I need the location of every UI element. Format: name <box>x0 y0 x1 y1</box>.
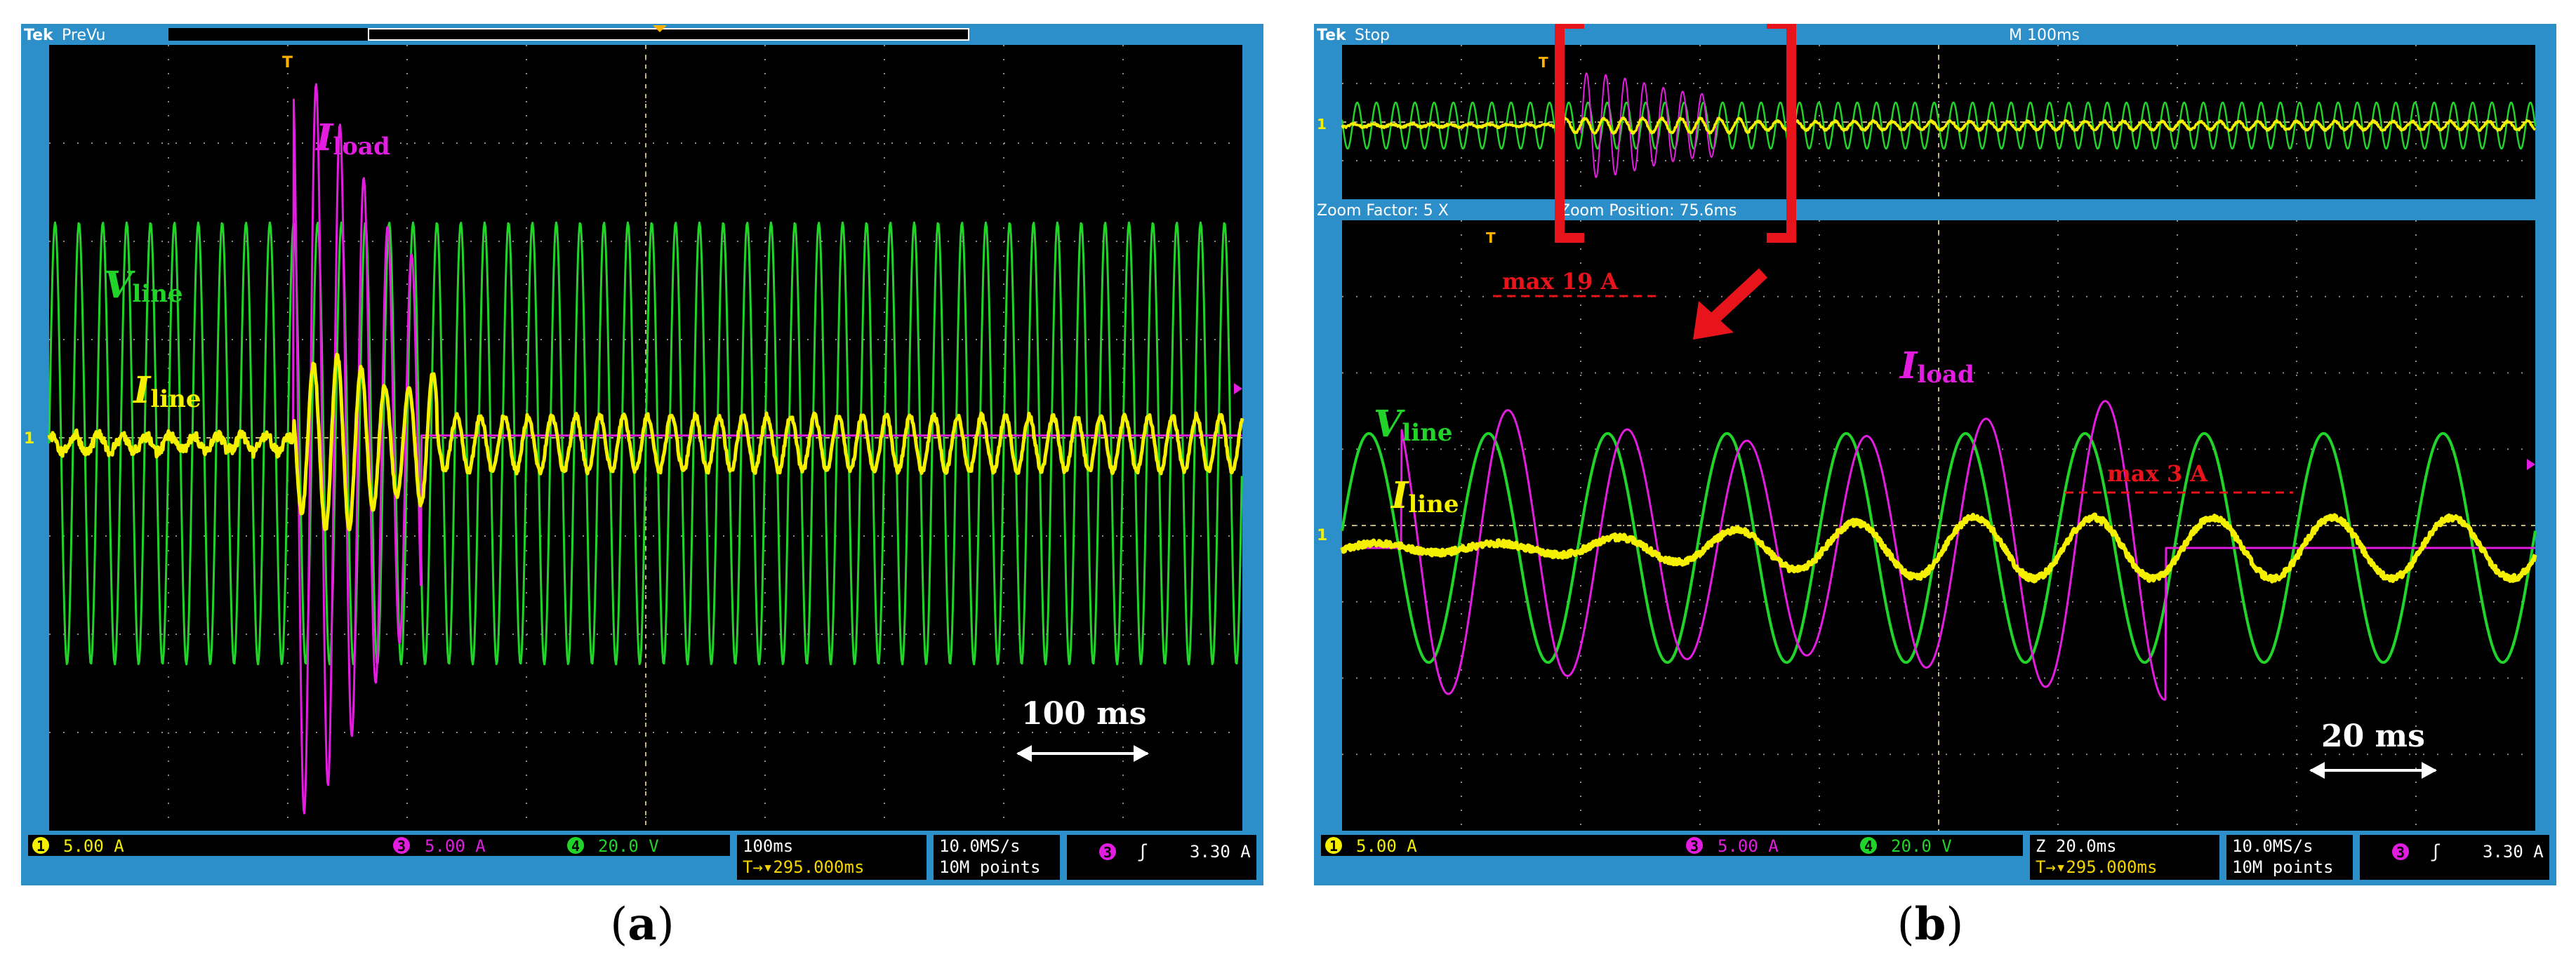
record-bar-a <box>168 28 969 41</box>
ch1-ground-marker-b: 1 <box>1317 527 1327 544</box>
scope-screen-a: Tek PreVu T 1 Iload Vline Iline 100 ms 1… <box>21 24 1263 885</box>
horizontal-position-a: T→▾295.000ms <box>743 857 864 877</box>
mode-label-a: PreVu <box>62 27 105 44</box>
trigger-level-b: 3.30 A <box>2483 842 2544 862</box>
trigger-marker-b: T <box>1486 229 1496 246</box>
scope-panel-b: Tek Stop M 100ms T 1 Zoom Factor: 5 X Zo… <box>1314 24 2556 885</box>
max-iline-annotation: max 3 A <box>2107 460 2208 487</box>
ch1-scale-b: 5.00 A <box>1356 836 1417 856</box>
zoom-factor-b: Zoom Factor: 5 X <box>1317 202 1449 220</box>
ch3-badge-a: 3 <box>397 838 406 855</box>
horizontal-scale-b: Z 20.0ms <box>2036 836 2117 856</box>
iload-label-b: I <box>1899 344 1918 387</box>
caption-a: (a) <box>572 898 712 951</box>
ch3-scale-a: 5.00 A <box>425 836 486 856</box>
caption-b-open: ( <box>1897 899 1915 951</box>
iload-label-a: I <box>314 116 334 159</box>
vline-label-b: V <box>1374 403 1405 446</box>
sample-rate-a: 10.0MS/s <box>939 836 1021 856</box>
trigger-marker-a: T <box>282 54 293 72</box>
ch3-scale-b: 5.00 A <box>1718 836 1779 856</box>
ch4-badge-a: 4 <box>571 838 580 855</box>
trigger-source-a: 3 <box>1103 844 1112 861</box>
ch1-scale-a: 5.00 A <box>63 836 124 856</box>
mode-label-b: Stop <box>1355 27 1390 44</box>
vline-label-a: V <box>104 264 135 307</box>
iload-sub-a: load <box>333 133 390 161</box>
caption-b-close: ) <box>1946 899 1963 951</box>
iload-sub-b: load <box>1917 361 1974 389</box>
trigger-slope-icon-a: ʃ <box>1137 841 1148 862</box>
status-bar-a: 1 5.00 A 3 5.00 A 4 20.0 V 100ms T→▾295.… <box>21 831 1263 885</box>
horizontal-position-b: T→▾295.000ms <box>2036 857 2157 877</box>
trigger-source-b: 3 <box>2396 844 2405 861</box>
record-length-a: 10M points <box>939 857 1041 877</box>
ch1-ground-marker-a: 1 <box>24 430 34 448</box>
ch1-badge-a: 1 <box>36 838 45 855</box>
ch4-badge-b: 4 <box>1864 838 1873 855</box>
ch4-scale-b: 20.0 V <box>1891 836 1952 856</box>
horizontal-scale-a: 100ms <box>743 836 793 856</box>
ch3-badge-b: 3 <box>1690 838 1699 855</box>
iline-sub-a: line <box>150 385 201 413</box>
overview-ground-marker-b: 1 <box>1317 116 1327 133</box>
iline-label-b: I <box>1390 474 1409 517</box>
zoom-position-b: Zoom Position: 75.6ms <box>1560 202 1737 220</box>
iline-sub-b: line <box>1408 490 1459 518</box>
record-scale-b: M 100ms <box>2009 27 2080 44</box>
caption-a-close: ) <box>657 899 675 951</box>
vline-sub-a: line <box>132 280 182 308</box>
overview-trigger-marker-b: T <box>1539 54 1548 71</box>
caption-a-letter: a <box>628 898 656 951</box>
ch4-scale-a: 20.0 V <box>598 836 659 856</box>
caption-b: (b) <box>1860 898 2000 951</box>
tek-logo-a: Tek <box>24 27 54 44</box>
vline-sub-b: line <box>1402 419 1452 447</box>
max-iload-annotation: max 19 A <box>1502 268 1619 295</box>
scope-panel-a: Tek PreVu T 1 Iload Vline Iline 100 ms 1… <box>21 24 1263 885</box>
sample-rate-b: 10.0MS/s <box>2232 836 2313 856</box>
timescale-label-b: 20 ms <box>2321 718 2425 754</box>
status-bar-b: 1 5.00 A 3 5.00 A 4 20.0 V Z 20.0ms T→▾2… <box>1314 831 2556 885</box>
tek-logo-b: Tek <box>1317 27 1347 44</box>
trigger-level-a: 3.30 A <box>1190 842 1251 862</box>
timescale-label-a: 100 ms <box>1021 696 1147 732</box>
caption-b-letter: b <box>1915 898 1946 951</box>
record-length-b: 10M points <box>2232 857 2334 877</box>
trigger-slope-icon-b: ʃ <box>2430 841 2441 862</box>
iline-label-a: I <box>132 369 152 412</box>
ch1-badge-b: 1 <box>1329 838 1338 855</box>
caption-a-open: ( <box>610 899 628 951</box>
scope-screen-b: Tek Stop M 100ms T 1 Zoom Factor: 5 X Zo… <box>1314 24 2556 885</box>
